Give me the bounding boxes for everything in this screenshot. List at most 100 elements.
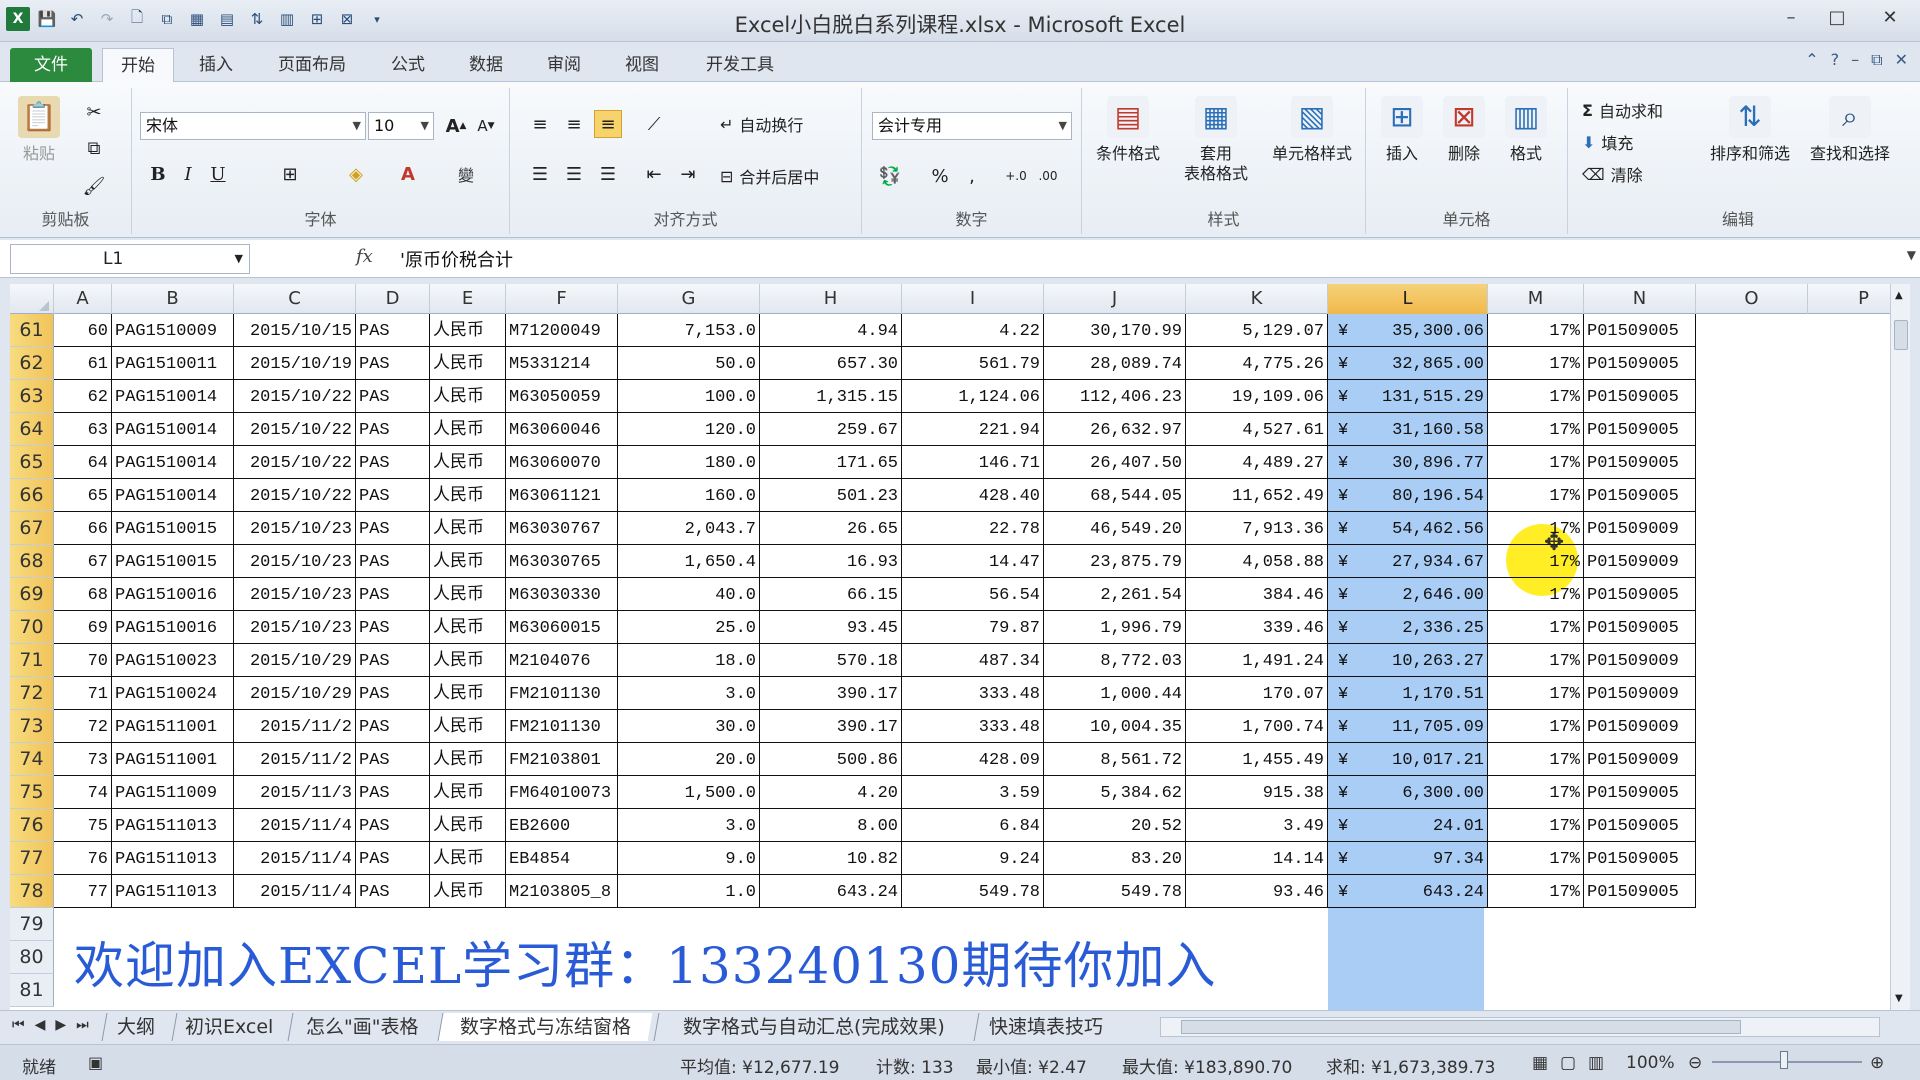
format-painter-icon[interactable]: 🖌 [80, 172, 108, 200]
cell-j[interactable]: 28,089.74 [1044, 347, 1186, 380]
cell-f[interactable]: M2103805_8 [506, 875, 618, 908]
cell-f[interactable]: M5331214 [506, 347, 618, 380]
insert-function-icon[interactable]: fx [356, 246, 373, 267]
cell-d[interactable]: PAS [356, 644, 430, 677]
cell-a[interactable]: 76 [54, 842, 112, 875]
cell-k[interactable]: 4,775.26 [1186, 347, 1328, 380]
cell-k[interactable]: 14.14 [1186, 842, 1328, 875]
cell-i[interactable]: 561.79 [902, 347, 1044, 380]
format-as-table-button[interactable]: ▦ 套用 表格格式 [1176, 96, 1256, 184]
cell-m[interactable]: 17% [1488, 347, 1584, 380]
horizontal-scroll-thumb[interactable] [1181, 1020, 1741, 1034]
cell-i[interactable]: 56.54 [902, 578, 1044, 611]
cell-h[interactable]: 8.00 [760, 809, 902, 842]
cell-b[interactable]: PAG1510009 [112, 314, 234, 347]
row-header[interactable]: 69 [10, 578, 54, 611]
cell-i[interactable]: 79.87 [902, 611, 1044, 644]
print-preview-icon[interactable]: 🗋 [124, 6, 150, 32]
formula-input[interactable]: '原币价税合计 [400, 246, 513, 272]
cell-l[interactable]: ¥10,017.21 [1328, 743, 1488, 776]
copy-format-icon[interactable]: ⧉ [154, 6, 180, 32]
cell-b[interactable]: PAG1510024 [112, 677, 234, 710]
cell-e[interactable]: 人民币 [430, 677, 506, 710]
cell-g[interactable]: 3.0 [618, 809, 760, 842]
cell-g[interactable]: 30.0 [618, 710, 760, 743]
cell-l[interactable]: ¥643.24 [1328, 875, 1488, 908]
cell-b[interactable]: PAG1510014 [112, 380, 234, 413]
cell-f[interactable]: M63061121 [506, 479, 618, 512]
row-header[interactable]: 68 [10, 545, 54, 578]
cell-m[interactable]: 17% [1488, 578, 1584, 611]
cell-n[interactable]: P01509005 [1584, 479, 1696, 512]
cell-g[interactable]: 1,500.0 [618, 776, 760, 809]
cell-h[interactable]: 4.94 [760, 314, 902, 347]
cell-k[interactable]: 4,058.88 [1186, 545, 1328, 578]
cell-i[interactable]: 1,124.06 [902, 380, 1044, 413]
cell-m[interactable]: 17% [1488, 776, 1584, 809]
cell-h[interactable]: 171.65 [760, 446, 902, 479]
column-header-d[interactable]: D [356, 284, 430, 314]
cell-k[interactable]: 3.49 [1186, 809, 1328, 842]
macro-record-icon[interactable]: ▣ [88, 1053, 103, 1072]
cell-f[interactable]: EB4854 [506, 842, 618, 875]
sheet-tab[interactable]: 快速填表技巧 [973, 1013, 1119, 1041]
cell-f[interactable]: M63030765 [506, 545, 618, 578]
cell-j[interactable]: 68,544.05 [1044, 479, 1186, 512]
number-format-combo[interactable]: 会计专用 ▼ [872, 112, 1072, 140]
cell-a[interactable]: 62 [54, 380, 112, 413]
row-header[interactable]: 73 [10, 710, 54, 743]
last-sheet-icon[interactable]: ⏭ [76, 1017, 89, 1033]
cell-j[interactable]: 1,996.79 [1044, 611, 1186, 644]
tab-view[interactable]: 视图 [614, 48, 670, 82]
cell-b[interactable]: PAG1510016 [112, 578, 234, 611]
cell-f[interactable]: M63060070 [506, 446, 618, 479]
cell-b[interactable]: PAG1510014 [112, 479, 234, 512]
cell-c[interactable]: 2015/10/29 [234, 677, 356, 710]
cell-m[interactable]: 17% [1488, 446, 1584, 479]
zoom-level[interactable]: 100% [1626, 1053, 1675, 1073]
page-layout-view-icon[interactable]: ▢ [1560, 1053, 1576, 1073]
row-header[interactable]: 77 [10, 842, 54, 875]
normal-view-icon[interactable]: ▦ [1532, 1053, 1548, 1073]
align-bottom-icon[interactable]: ≡ [594, 110, 622, 138]
cell-d[interactable]: PAS [356, 380, 430, 413]
cell-f[interactable]: M2104076 [506, 644, 618, 677]
cell-h[interactable]: 259.67 [760, 413, 902, 446]
cell-g[interactable]: 7,153.0 [618, 314, 760, 347]
cut-icon[interactable]: ✂ [80, 98, 108, 126]
cell-a[interactable]: 64 [54, 446, 112, 479]
cell-l[interactable]: ¥31,160.58 [1328, 413, 1488, 446]
cell-j[interactable]: 112,406.23 [1044, 380, 1186, 413]
cell-l[interactable]: ¥24.01 [1328, 809, 1488, 842]
tab-data[interactable]: 数据 [458, 48, 514, 82]
cell-b[interactable]: PAG1511001 [112, 743, 234, 776]
cell-f[interactable]: FM2101130 [506, 710, 618, 743]
cell-e[interactable]: 人民币 [430, 776, 506, 809]
cell-n[interactable]: P01509009 [1584, 545, 1696, 578]
cell-a[interactable]: 71 [54, 677, 112, 710]
table-icon[interactable]: ▤ [214, 6, 240, 32]
cell-a[interactable]: 77 [54, 875, 112, 908]
cell-e[interactable]: 人民币 [430, 809, 506, 842]
row-header[interactable]: 64 [10, 413, 54, 446]
cell-l[interactable]: ¥27,934.67 [1328, 545, 1488, 578]
column-header-o[interactable]: O [1696, 284, 1808, 314]
underline-icon[interactable]: U [204, 160, 232, 188]
cell-j[interactable]: 8,772.03 [1044, 644, 1186, 677]
row-header[interactable]: 70 [10, 611, 54, 644]
cell-j[interactable]: 23,875.79 [1044, 545, 1186, 578]
cell-g[interactable]: 2,043.7 [618, 512, 760, 545]
phonetic-icon[interactable]: 變 [452, 160, 480, 188]
cell-i[interactable]: 22.78 [902, 512, 1044, 545]
column-header-g[interactable]: G [618, 284, 760, 314]
cell-d[interactable]: PAS [356, 413, 430, 446]
cell-j[interactable]: 26,632.97 [1044, 413, 1186, 446]
cell-n[interactable]: P01509005 [1584, 776, 1696, 809]
row-header[interactable]: 72 [10, 677, 54, 710]
cell-c[interactable]: 2015/11/2 [234, 743, 356, 776]
cell-n[interactable]: P01509005 [1584, 578, 1696, 611]
cell-k[interactable]: 915.38 [1186, 776, 1328, 809]
cell-c[interactable]: 2015/10/22 [234, 413, 356, 446]
cell-n[interactable]: P01509005 [1584, 413, 1696, 446]
customize-qat-icon[interactable]: ▾ [364, 6, 390, 32]
